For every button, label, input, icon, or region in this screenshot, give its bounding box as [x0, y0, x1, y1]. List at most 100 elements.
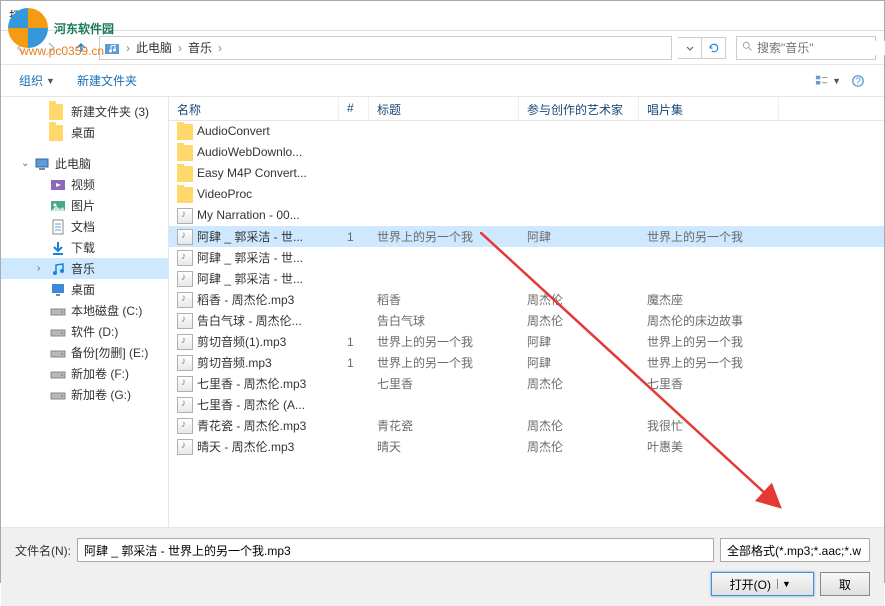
tree-item[interactable]: 新建文件夹 (3) [1, 101, 168, 122]
tree-label: 软件 (D:) [71, 323, 118, 340]
tree-label: 本地磁盘 (C:) [71, 302, 142, 319]
cell-name: 七里香 - 周杰伦 (A... [169, 394, 339, 416]
audio-file-icon [177, 439, 193, 455]
cell-artist: 阿肆 [519, 352, 639, 373]
file-row[interactable]: 剪切音频.mp31世界上的另一个我阿肆世界上的另一个我 [169, 352, 884, 373]
column-artist[interactable]: 参与创作的艺术家 [519, 97, 639, 120]
file-row[interactable]: 七里香 - 周杰伦.mp3七里香周杰伦七里香 [169, 373, 884, 394]
tree-item[interactable]: ⌄此电脑 [1, 153, 168, 174]
cell-name: 稻香 - 周杰伦.mp3 [169, 289, 339, 311]
tree-item[interactable]: 备份[勿删] (E:) [1, 342, 168, 363]
tree-item[interactable]: ›音乐 [1, 258, 168, 279]
tree-item[interactable]: 图片 [1, 195, 168, 216]
search-box[interactable] [736, 36, 876, 60]
cell-name: 阿肆 _ 郭采洁 - 世... [169, 226, 339, 248]
drive-icon [49, 366, 67, 382]
cell-album: 世界上的另一个我 [639, 331, 779, 352]
file-row[interactable]: 阿肆 _ 郭采洁 - 世... [169, 247, 884, 268]
column-headers[interactable]: 名称 # 标题 参与创作的艺术家 唱片集 [169, 97, 884, 121]
file-row[interactable]: 阿肆 _ 郭采洁 - 世... [169, 268, 884, 289]
tree-item[interactable]: 软件 (D:) [1, 321, 168, 342]
navigation-tree[interactable]: 新建文件夹 (3)桌面⌄此电脑视频图片文档下载›音乐桌面本地磁盘 (C:)软件 … [1, 97, 169, 527]
organize-menu[interactable]: 组织▼ [13, 69, 61, 92]
open-button[interactable]: 打开(O) ▼ [711, 572, 814, 596]
file-row[interactable]: 稻香 - 周杰伦.mp3稻香周杰伦魔杰座 [169, 289, 884, 310]
file-row[interactable]: AudioWebDownlo... [169, 142, 884, 163]
tree-item[interactable]: 桌面 [1, 279, 168, 300]
column-album[interactable]: 唱片集 [639, 97, 779, 120]
cell-artist: 阿肆 [519, 226, 639, 247]
tree-item[interactable]: 本地磁盘 (C:) [1, 300, 168, 321]
file-row[interactable]: 晴天 - 周杰伦.mp3晴天周杰伦叶惠美 [169, 436, 884, 457]
file-row[interactable]: 告白气球 - 周杰伦...告白气球周杰伦周杰伦的床边故事 [169, 310, 884, 331]
cell-title [369, 172, 519, 176]
audio-file-icon [177, 313, 193, 329]
file-row[interactable]: 阿肆 _ 郭采洁 - 世...1世界上的另一个我阿肆世界上的另一个我 [169, 226, 884, 247]
breadcrumb-seg-music[interactable]: 音乐 [184, 39, 216, 56]
open-dropdown-icon[interactable]: ▼ [777, 579, 795, 589]
cell-num: 1 [339, 354, 369, 372]
dialog-footer: 文件名(N): 全部格式(*.mp3;*.aac;*.w 打开(O) ▼ 取 [1, 527, 884, 606]
tree-item[interactable]: 桌面 [1, 122, 168, 143]
refresh-button[interactable] [702, 37, 726, 59]
file-row[interactable]: Easy M4P Convert... [169, 163, 884, 184]
cancel-button[interactable]: 取 [820, 572, 870, 596]
audio-file-icon [177, 250, 193, 266]
audio-file-icon [177, 418, 193, 434]
breadcrumb-seg-pc[interactable]: 此电脑 [132, 39, 176, 56]
file-row[interactable]: My Narration - 00... [169, 205, 884, 226]
tree-label: 新加卷 (F:) [71, 365, 129, 382]
drive-icon [49, 345, 67, 361]
cell-album [639, 403, 779, 407]
cell-title: 告白气球 [369, 310, 519, 331]
cell-name: 告白气球 - 周杰伦... [169, 310, 339, 332]
folder-icon [177, 187, 193, 203]
tree-label: 备份[勿删] (E:) [71, 344, 148, 361]
cell-num [339, 130, 369, 134]
cell-title: 稻香 [369, 289, 519, 310]
audio-file-icon [177, 376, 193, 392]
svg-text:?: ? [855, 75, 861, 87]
cell-album: 世界上的另一个我 [639, 352, 779, 373]
cell-num [339, 424, 369, 428]
breadcrumb-bar[interactable]: › 此电脑 › 音乐 › [99, 36, 672, 60]
cell-num [339, 319, 369, 323]
cell-title [369, 256, 519, 260]
cell-num [339, 214, 369, 218]
column-name[interactable]: 名称 [169, 97, 339, 120]
breadcrumb-dropdown-button[interactable] [678, 37, 702, 59]
filename-input[interactable] [77, 538, 714, 562]
search-input[interactable] [757, 41, 885, 55]
file-row[interactable]: 青花瓷 - 周杰伦.mp3青花瓷周杰伦我很忙 [169, 415, 884, 436]
tree-chevron-icon: › [37, 263, 49, 274]
tree-item[interactable]: 文档 [1, 216, 168, 237]
tree-item[interactable]: 新加卷 (G:) [1, 384, 168, 405]
cell-artist [519, 256, 639, 260]
cell-title [369, 151, 519, 155]
chevron-down-icon: ▼ [46, 76, 55, 86]
cell-album [639, 193, 779, 197]
audio-file-icon [177, 397, 193, 413]
cell-album [639, 214, 779, 218]
column-number[interactable]: # [339, 97, 369, 120]
file-list[interactable]: 名称 # 标题 参与创作的艺术家 唱片集 AudioConvertAudioWe… [169, 97, 884, 527]
cell-album: 周杰伦的床边故事 [639, 310, 779, 331]
tree-item[interactable]: 下载 [1, 237, 168, 258]
column-title[interactable]: 标题 [369, 97, 519, 120]
file-row[interactable]: 剪切音频(1).mp31世界上的另一个我阿肆世界上的另一个我 [169, 331, 884, 352]
tree-item[interactable]: 视频 [1, 174, 168, 195]
view-options-button[interactable]: ▼ [814, 70, 842, 92]
new-folder-button[interactable]: 新建文件夹 [71, 69, 143, 92]
folder-icon [49, 125, 67, 141]
help-button[interactable]: ? [844, 70, 872, 92]
cell-name: 阿肆 _ 郭采洁 - 世... [169, 268, 339, 290]
file-row[interactable]: VideoProc [169, 184, 884, 205]
cell-name: 青花瓷 - 周杰伦.mp3 [169, 415, 339, 437]
tree-item[interactable]: 新加卷 (F:) [1, 363, 168, 384]
filetype-filter[interactable]: 全部格式(*.mp3;*.aac;*.w [720, 538, 870, 562]
file-row[interactable]: AudioConvert [169, 121, 884, 142]
cell-name: My Narration - 00... [169, 206, 339, 226]
picture-icon [49, 198, 67, 214]
file-row[interactable]: 七里香 - 周杰伦 (A... [169, 394, 884, 415]
cell-num: 1 [339, 333, 369, 351]
